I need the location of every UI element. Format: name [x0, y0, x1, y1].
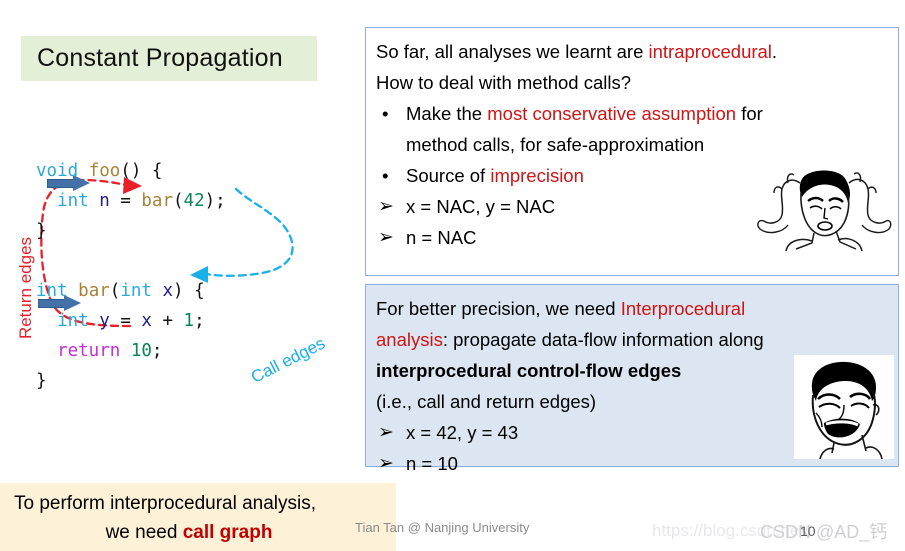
- banner-line-2: we need call graph: [14, 518, 386, 547]
- intra-bullet-1-a: Make the: [406, 103, 488, 124]
- code-token: }: [36, 370, 47, 391]
- intra-bullet-2-a: Source of: [406, 165, 491, 186]
- code-token: }: [36, 220, 47, 241]
- code-token: int: [57, 190, 89, 211]
- inter-line-2-b: : propagate data-flow information along: [442, 329, 764, 350]
- intra-line-1: So far, all analyses we learnt are intra…: [376, 36, 888, 67]
- code-line: return 10;: [36, 336, 226, 366]
- chevron-bullet-icon: ➢: [378, 422, 394, 443]
- code-token: ;: [151, 340, 163, 361]
- intra-bullet-1: • Make the most conservative assumption …: [376, 98, 888, 160]
- bullet-dot-icon: •: [382, 103, 389, 124]
- call-graph-highlight: call graph: [182, 522, 273, 543]
- code-illustration-panel: void foo() { int n = bar(42);} int bar(in…: [0, 128, 360, 391]
- code-line: int n = bar(42);: [36, 186, 226, 216]
- code-block: void foo() { int n = bar(42);} int bar(in…: [36, 156, 226, 396]
- banner-line-1: To perform interprocedural analysis,: [14, 493, 317, 514]
- code-token: ) {: [173, 280, 205, 301]
- code-token: return: [57, 340, 121, 361]
- code-token: (: [173, 190, 184, 211]
- code-token: );: [204, 190, 226, 211]
- code-token: int: [36, 280, 68, 301]
- code-token: bar: [141, 190, 173, 211]
- intra-bullet-1-b: for: [736, 103, 763, 124]
- code-token: bar: [78, 280, 110, 301]
- chevron-bullet-icon: ➢: [378, 196, 394, 217]
- intra-bullet-1-cont: method calls, for safe-approximation: [406, 134, 705, 155]
- intra-line-2: How to deal with method calls?: [376, 72, 632, 93]
- confused-jackie-chan-face-image: [756, 163, 892, 251]
- intra-bullet-2-red: imprecision: [490, 165, 584, 186]
- inter-line-1-a: For better precision, we need: [376, 298, 621, 319]
- code-token: =: [109, 190, 142, 211]
- inter-line-1-red: Interprocedural: [620, 298, 746, 319]
- chevron-bullet-icon: ➢: [378, 227, 394, 248]
- code-token: 10: [130, 340, 152, 361]
- code-line: }: [36, 366, 226, 396]
- code-token: int: [120, 280, 152, 301]
- code-line: void foo() {: [36, 156, 226, 186]
- bottom-callout-banner: To perform interprocedural analysis, we …: [0, 483, 396, 551]
- intra-bullet-1-red: most conservative assumption: [487, 103, 737, 124]
- laughing-yao-ming-face-image: [794, 355, 894, 459]
- code-token: 42: [183, 190, 205, 211]
- bullet-dot-icon: •: [382, 165, 389, 186]
- code-token: n: [99, 190, 110, 211]
- watermark-csdn-handle: CSDN @AD_钙: [760, 522, 888, 542]
- inter-line-2: analysis: propagate data-flow informatio…: [376, 324, 888, 355]
- code-token: ;: [194, 310, 205, 331]
- code-token: =: [109, 310, 142, 331]
- code-line: int y = x + 1;: [36, 306, 226, 336]
- attribution-text: Tian Tan @ Nanjing University: [355, 520, 530, 535]
- page-title: Constant Propagation: [21, 36, 317, 81]
- code-token: () {: [120, 160, 163, 181]
- intra-bullet-1-text: Make the most conservative assumption fo…: [406, 98, 888, 160]
- chevron-bullet-icon: ➢: [378, 453, 394, 474]
- intra-line-1-a: So far, all analyses we learnt are: [376, 41, 649, 62]
- inter-line-1: For better precision, we need Interproce…: [376, 293, 888, 324]
- code-token: y: [99, 310, 110, 331]
- code-token: int: [57, 310, 89, 331]
- intra-line-1-b: .: [771, 41, 778, 62]
- intra-line-1-red: intraprocedural: [648, 41, 772, 62]
- code-token: +: [151, 310, 184, 331]
- code-line: int bar(int x) {: [36, 276, 226, 306]
- code-token: foo: [88, 160, 121, 181]
- code-token: x: [141, 310, 152, 331]
- code-line: }: [36, 216, 226, 246]
- code-token: x: [162, 280, 174, 301]
- return-edges-label: Return edges: [16, 236, 35, 340]
- banner-line-2-a: we need: [105, 522, 183, 543]
- code-token: (: [109, 280, 121, 301]
- code-token: void: [36, 160, 79, 181]
- page-number: 10: [800, 523, 816, 539]
- inter-line-2-red: analysis: [376, 329, 443, 350]
- code-token: 1: [183, 310, 195, 331]
